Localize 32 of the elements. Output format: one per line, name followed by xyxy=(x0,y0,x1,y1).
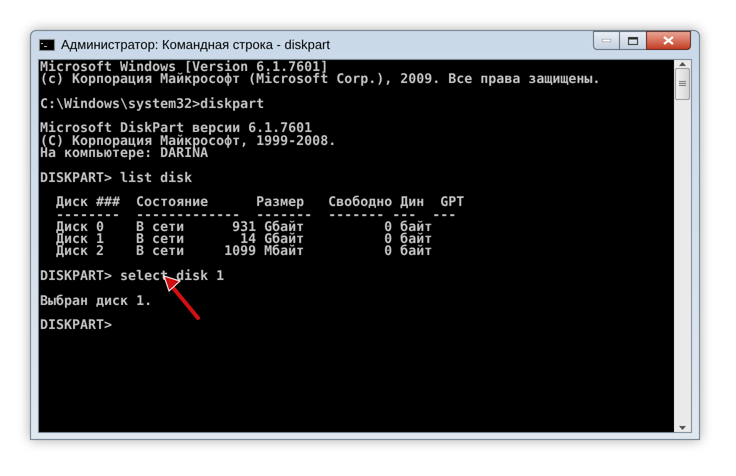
separator-line: ------- xyxy=(328,208,384,223)
table-cell: Диск 2 xyxy=(56,244,104,260)
column-header: Диск ### xyxy=(56,195,120,210)
console-line: C:\Windows\system32>diskpart xyxy=(40,98,264,112)
close-icon xyxy=(663,36,674,45)
console-line: (c) Корпорация Майкрософт (Microsoft Corp.), 2009. Все права защищены. xyxy=(40,74,600,87)
console-line: На компьютере: DARINA xyxy=(40,148,208,160)
console-line: DISKPART> list disk xyxy=(40,172,192,185)
console-line: DISKPART> select disk 1 xyxy=(40,271,224,284)
window-title: Администратор: Командная строка - diskpart xyxy=(61,36,330,54)
console-line: DISKPART> xyxy=(40,320,112,333)
scrollbar[interactable] xyxy=(674,60,691,432)
column-header: Состояние xyxy=(136,195,208,210)
maximize-button[interactable] xyxy=(620,31,646,50)
column-header: Дин xyxy=(400,195,424,210)
grip-icon xyxy=(679,81,686,87)
scroll-thumb[interactable] xyxy=(675,68,690,100)
column-header: GPT xyxy=(440,195,464,210)
scroll-up-icon xyxy=(679,62,686,66)
maximize-icon xyxy=(628,36,638,44)
console-line: (C) Корпорация Майкрософт, 1999-2008. xyxy=(40,136,336,148)
console-icon xyxy=(39,39,55,51)
table-cell: В сети xyxy=(136,244,184,260)
scroll-down-icon xyxy=(679,426,686,430)
minimize-button[interactable] xyxy=(593,31,620,50)
console-line: Microsoft DiskPart версии 6.1.7601 xyxy=(40,123,312,136)
separator-line: --- xyxy=(432,208,456,223)
close-button[interactable] xyxy=(646,31,691,50)
column-header: Размер xyxy=(256,195,304,210)
minimize-icon xyxy=(602,39,611,42)
column-header: Свободно xyxy=(328,195,392,210)
console-line: Выбран диск 1. xyxy=(40,296,152,308)
